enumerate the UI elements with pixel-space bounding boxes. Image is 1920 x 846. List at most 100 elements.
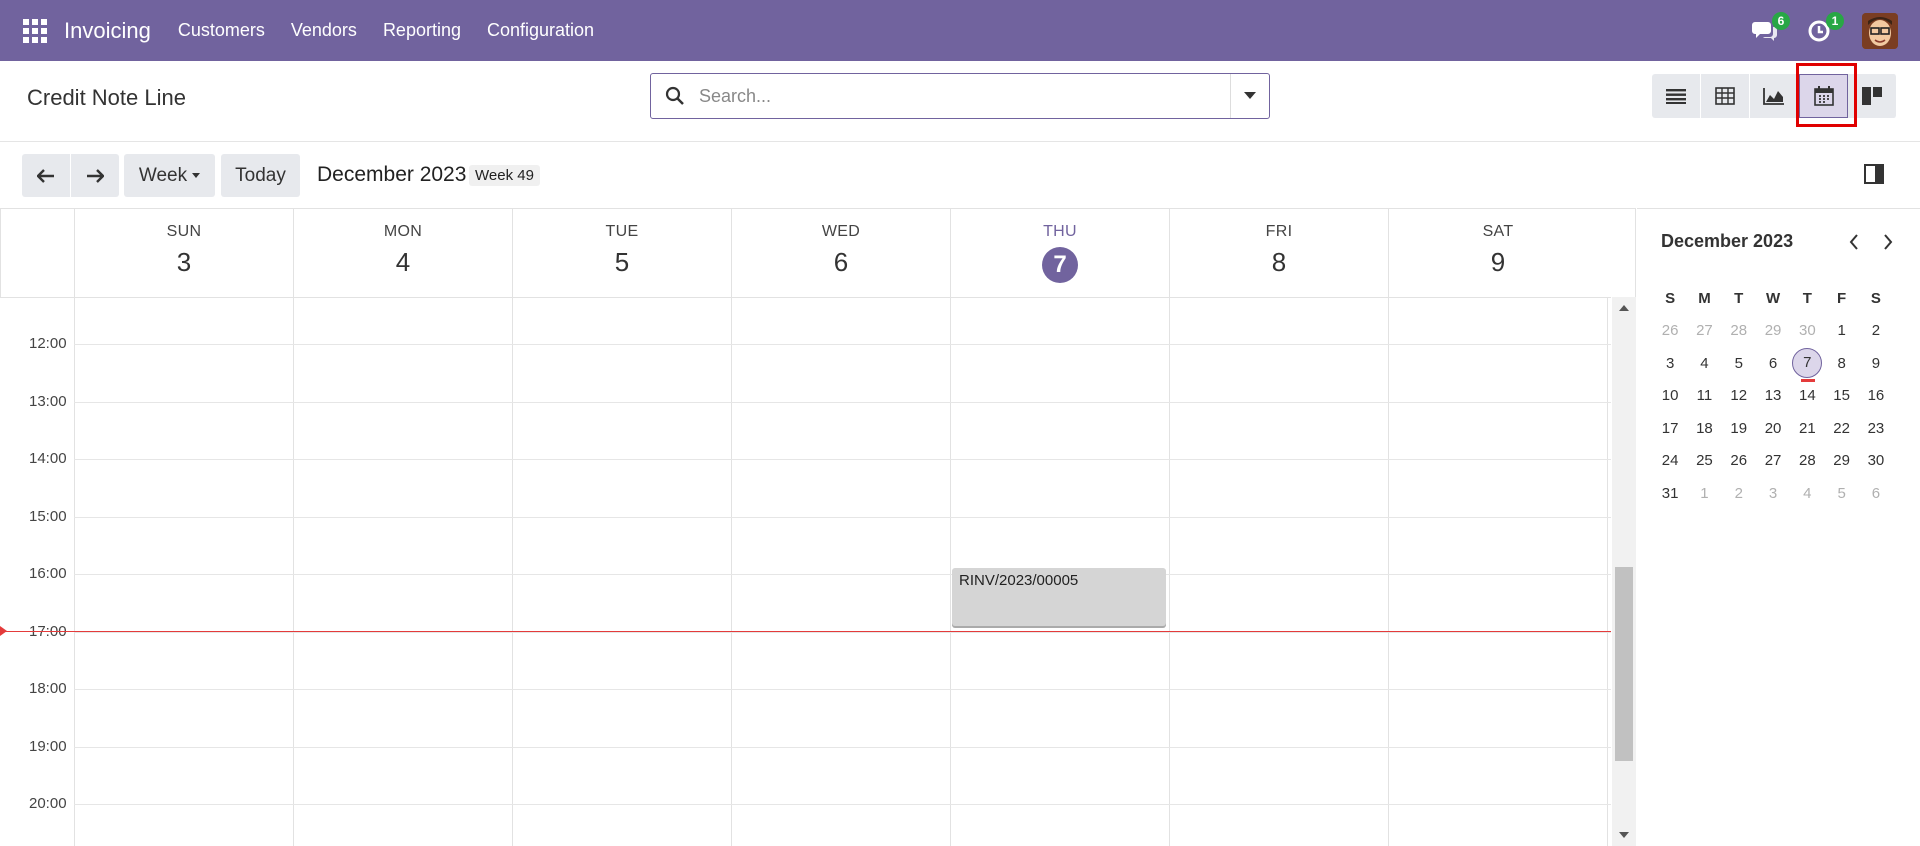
- scroll-up-icon[interactable]: [1619, 305, 1629, 311]
- mini-day[interactable]: 10: [1653, 387, 1687, 404]
- mini-day[interactable]: 2: [1859, 322, 1893, 339]
- mini-day[interactable]: 20: [1756, 420, 1790, 437]
- search-bar[interactable]: [650, 73, 1270, 119]
- day-header-sun[interactable]: SUN 3: [74, 209, 293, 297]
- mini-day[interactable]: 3: [1756, 485, 1790, 502]
- calendar-scrollbar[interactable]: [1612, 297, 1636, 846]
- day-header-mon[interactable]: MON 4: [293, 209, 512, 297]
- mini-day[interactable]: 9: [1859, 355, 1893, 372]
- mini-day[interactable]: 4: [1687, 355, 1721, 372]
- list-view-button[interactable]: [1652, 74, 1701, 118]
- mini-day[interactable]: 14: [1790, 387, 1824, 404]
- calendar-view-button[interactable]: [1799, 74, 1848, 118]
- mini-day[interactable]: 26: [1653, 322, 1687, 339]
- caret-down-icon: [192, 173, 201, 178]
- today-button[interactable]: Today: [221, 154, 300, 197]
- mini-day[interactable]: 29: [1756, 322, 1790, 339]
- mini-day[interactable]: 13: [1756, 387, 1790, 404]
- mini-day[interactable]: 16: [1859, 387, 1893, 404]
- list-icon: [1666, 89, 1686, 104]
- mini-day[interactable]: 25: [1687, 452, 1721, 469]
- mini-day[interactable]: 27: [1756, 452, 1790, 469]
- menu-reporting[interactable]: Reporting: [383, 20, 461, 41]
- calendar-toolbar: Week Today December 2023 Week 49: [0, 142, 1920, 208]
- mini-day[interactable]: 23: [1859, 420, 1893, 437]
- mini-day[interactable]: 30: [1790, 322, 1824, 339]
- menu-customers[interactable]: Customers: [178, 20, 265, 41]
- menu-configuration[interactable]: Configuration: [487, 20, 594, 41]
- mini-day[interactable]: 24: [1653, 452, 1687, 469]
- kanban-view-button[interactable]: [1848, 74, 1897, 118]
- day-header-sat[interactable]: SAT 9: [1388, 209, 1607, 297]
- mini-next-month-button[interactable]: [1877, 231, 1899, 253]
- mini-day[interactable]: 15: [1824, 387, 1858, 404]
- mini-day[interactable]: 19: [1722, 420, 1756, 437]
- search-options-toggle[interactable]: [1230, 74, 1269, 118]
- mini-day[interactable]: 4: [1790, 485, 1824, 502]
- mini-day[interactable]: 1: [1824, 322, 1858, 339]
- mini-day[interactable]: 18: [1687, 420, 1721, 437]
- mini-prev-month-button[interactable]: [1843, 231, 1865, 253]
- scroll-down-icon[interactable]: [1619, 832, 1629, 838]
- day-column-divider: [293, 298, 294, 846]
- scale-dropdown[interactable]: Week: [124, 154, 215, 197]
- day-column-divider: [74, 298, 75, 846]
- hour-line: [74, 516, 1611, 518]
- apps-menu-icon[interactable]: [23, 18, 47, 43]
- mini-day[interactable]: 3: [1653, 355, 1687, 372]
- mini-day[interactable]: 29: [1824, 452, 1858, 469]
- mini-day[interactable]: 5: [1824, 485, 1858, 502]
- mini-day[interactable]: 28: [1722, 322, 1756, 339]
- avatar-image: [1862, 12, 1898, 49]
- mini-day[interactable]: 6: [1859, 485, 1893, 502]
- scroll-thumb[interactable]: [1615, 567, 1633, 761]
- mini-day[interactable]: 11: [1687, 387, 1721, 404]
- day-header-tue[interactable]: TUE 5: [512, 209, 731, 297]
- current-time-marker-icon: [0, 625, 7, 636]
- day-column-divider: [512, 298, 513, 846]
- app-brand[interactable]: Invoicing: [64, 18, 151, 44]
- search-input[interactable]: [699, 76, 1230, 116]
- date-range-title: December 2023: [317, 163, 467, 186]
- week-number-badge: Week 49: [469, 165, 540, 186]
- mini-calendar-grid: S M T W T F S 26 27 28 29 30 1 2 3 4 5 6 7 8 9 10 11 12 13 14 15 16…: [1653, 282, 1919, 510]
- mini-day[interactable]: 26: [1722, 452, 1756, 469]
- graph-view-button[interactable]: [1750, 74, 1799, 118]
- day-column-divider: [1607, 298, 1608, 846]
- next-button[interactable]: [71, 154, 119, 197]
- messages-button[interactable]: 6: [1750, 11, 1790, 46]
- mini-day[interactable]: 30: [1859, 452, 1893, 469]
- time-grid[interactable]: 12:00 13:00 14:00 15:00 16:00 17:00 18:00 19:00…: [0, 297, 1611, 846]
- day-name: THU: [1043, 223, 1077, 240]
- pivot-view-button[interactable]: [1701, 74, 1750, 118]
- mini-day[interactable]: 22: [1824, 420, 1858, 437]
- mini-day[interactable]: 31: [1653, 485, 1687, 502]
- day-header-wed[interactable]: WED 6: [731, 209, 950, 297]
- previous-button[interactable]: [22, 154, 70, 197]
- hour-label: 16:00: [29, 565, 67, 582]
- day-header-thu[interactable]: THU 7: [950, 209, 1169, 297]
- hour-label: 18:00: [29, 680, 67, 697]
- mini-day[interactable]: 2: [1722, 485, 1756, 502]
- mini-day[interactable]: 17: [1653, 420, 1687, 437]
- mini-day[interactable]: 21: [1790, 420, 1824, 437]
- sidebar-toggle-button[interactable]: [1864, 164, 1884, 184]
- mini-day[interactable]: 7: [1790, 348, 1824, 383]
- mini-day[interactable]: 6: [1756, 355, 1790, 372]
- mini-day[interactable]: 5: [1722, 355, 1756, 372]
- mini-day[interactable]: 28: [1790, 452, 1824, 469]
- user-avatar[interactable]: [1862, 12, 1898, 49]
- mini-week-row: 24 25 26 27 28 29 30: [1653, 445, 1919, 478]
- graph-icon: [1763, 88, 1784, 105]
- messages-badge: 6: [1772, 11, 1790, 30]
- mini-day[interactable]: 27: [1687, 322, 1721, 339]
- mini-week-row: 10 11 12 13 14 15 16: [1653, 380, 1919, 413]
- day-header-fri[interactable]: FRI 8: [1169, 209, 1388, 297]
- mini-day[interactable]: 8: [1824, 355, 1858, 372]
- mini-day[interactable]: 12: [1722, 387, 1756, 404]
- calendar-event[interactable]: RINV/2023/00005: [952, 568, 1166, 626]
- activities-button[interactable]: 1: [1804, 11, 1844, 46]
- menu-vendors[interactable]: Vendors: [291, 20, 357, 41]
- mini-day[interactable]: 1: [1687, 485, 1721, 502]
- arrow-right-icon: [87, 168, 104, 183]
